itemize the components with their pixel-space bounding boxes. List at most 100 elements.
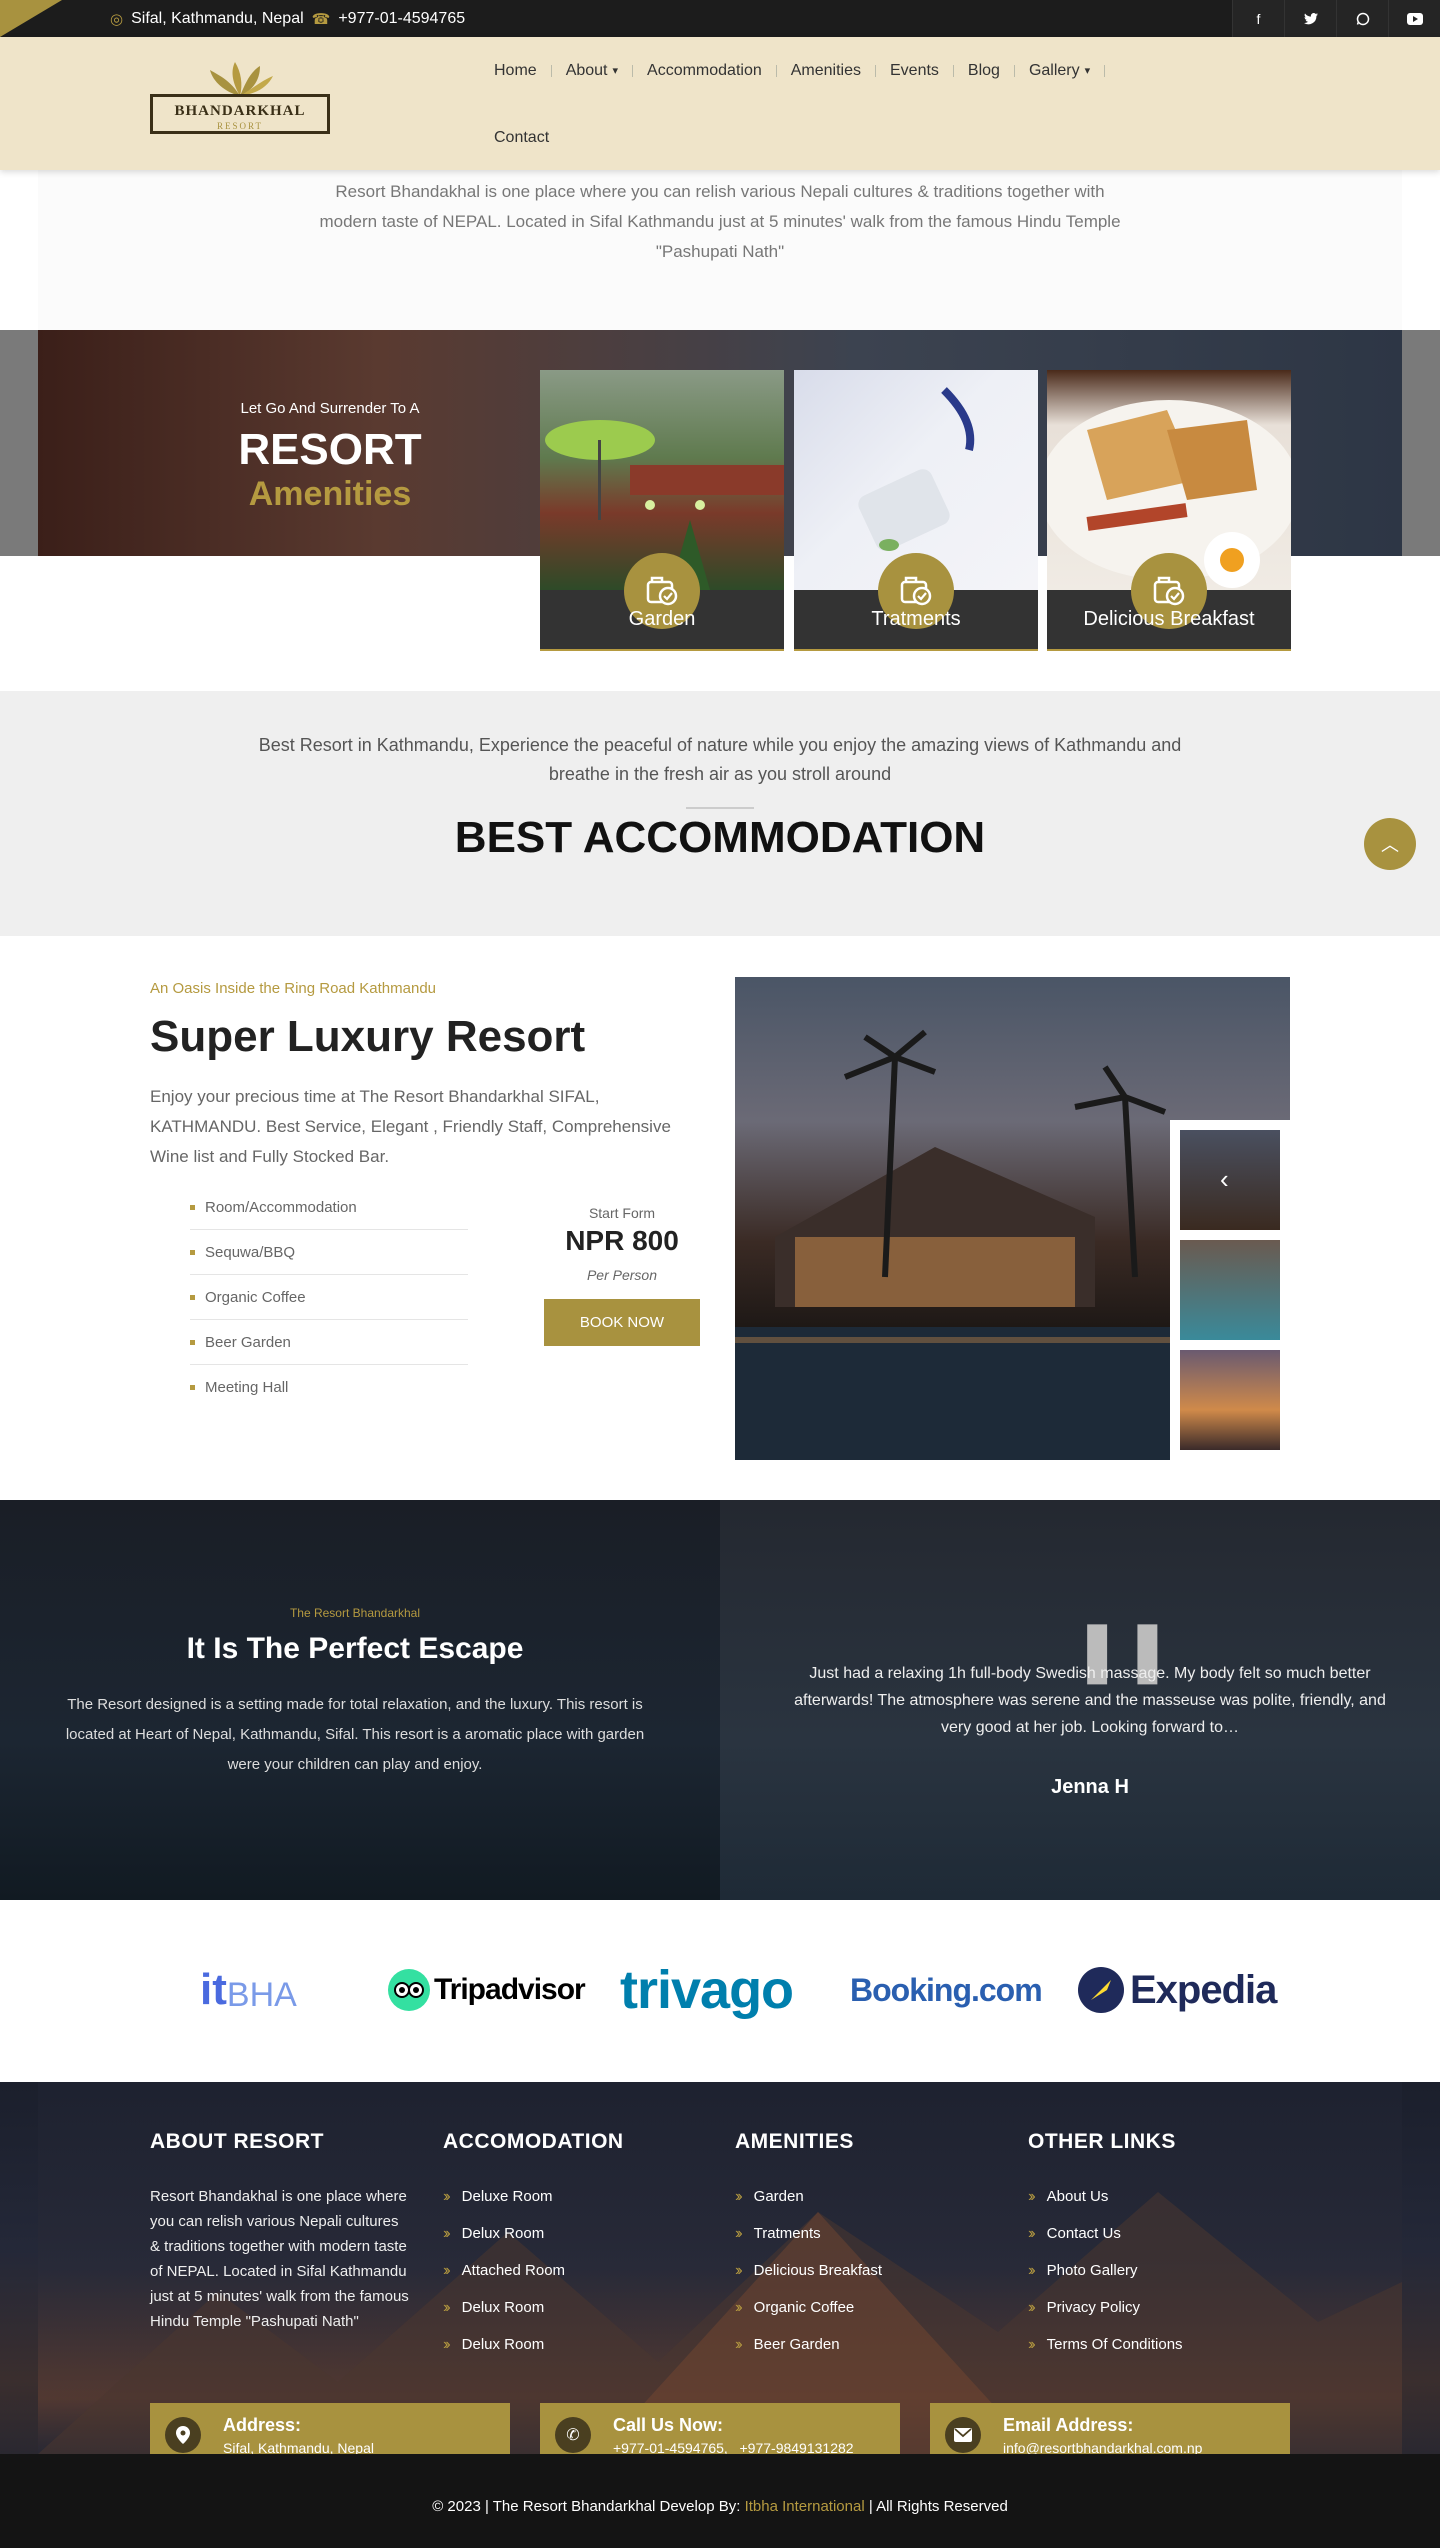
list-item-label: Organic Coffee — [205, 1288, 306, 1306]
footer-link[interactable]: ›› Contact Us — [1028, 2215, 1183, 2252]
twitter-icon[interactable] — [1284, 0, 1336, 37]
tripadvisor-logo[interactable]: Tripadvisor — [388, 1960, 586, 2020]
footer-amenities: AMENITIES ›› Garden ›› Tratments ›› Delicio… — [735, 2130, 882, 2363]
scroll-top-button[interactable]: ︿ — [1364, 818, 1416, 870]
double-chevron-icon: ›› — [443, 2298, 450, 2316]
double-chevron-icon: ›› — [735, 2187, 742, 2205]
amenity-card-treatments[interactable]: Tratments — [794, 370, 1038, 651]
footer-link[interactable]: ›› About Us — [1028, 2178, 1183, 2215]
nav-accommodation[interactable]: Accommodation — [633, 62, 776, 80]
facebook-icon[interactable]: f — [1232, 0, 1284, 37]
top-phone[interactable]: +977-01-4594765 — [338, 10, 465, 28]
footer-link[interactable]: ›› Tratments — [735, 2215, 882, 2252]
whatsapp-icon[interactable] — [1336, 0, 1388, 37]
footer-link-label: Privacy Policy — [1046, 2299, 1141, 2316]
escape-desc: The Resort designed is a setting made fo… — [65, 1696, 645, 1773]
double-chevron-icon: ›› — [1028, 2335, 1035, 2353]
amenity-label: Garden — [628, 608, 696, 630]
footer-about-title: ABOUT RESORT — [150, 2130, 324, 2153]
list-item: Meeting Hall — [190, 1365, 468, 1410]
footer-link[interactable]: ›› Delicious Breakfast — [735, 2252, 882, 2289]
list-item-label: Beer Garden — [205, 1333, 291, 1351]
nav-home[interactable]: Home — [480, 62, 551, 80]
footer-link[interactable]: ›› Deluxe Room — [443, 2178, 624, 2215]
amenities-pre: Let Go And Surrender To A — [240, 400, 420, 417]
best-title: BEST ACCOMMODATION — [454, 813, 986, 862]
expedia-text: Expedia — [1130, 1967, 1277, 2012]
footer-link-label: Photo Gallery — [1046, 2262, 1138, 2279]
footer-link[interactable]: ›› Garden — [735, 2178, 882, 2215]
amenity-label: Delicious Breakfast — [1083, 608, 1255, 630]
list-item: Organic Coffee — [190, 1275, 468, 1320]
footer-link[interactable]: ›› Terms Of Conditions — [1028, 2326, 1183, 2363]
footer-link[interactable]: ›› Delux Room — [443, 2326, 624, 2363]
double-chevron-icon: ›› — [1028, 2224, 1035, 2242]
expedia-logo[interactable]: Expedia — [1078, 1960, 1277, 2020]
social-links: f — [1232, 0, 1440, 37]
nav-blog[interactable]: Blog — [954, 62, 1014, 80]
footer-link[interactable]: ›› Attached Room — [443, 2252, 624, 2289]
amenity-label: Tratments — [871, 608, 961, 630]
nav-amenities-label: Amenities — [790, 61, 861, 79]
youtube-icon[interactable] — [1388, 0, 1440, 37]
nav-gallery[interactable]: Gallery ▾ — [1015, 62, 1104, 80]
nav-about[interactable]: About ▾ — [552, 62, 632, 80]
footer-link-label: Attached Room — [461, 2262, 566, 2279]
footer-link-label: Contact Us — [1046, 2225, 1121, 2242]
footer-amen-title: AMENITIES — [735, 2130, 854, 2153]
footer-link-label: Organic Coffee — [753, 2299, 855, 2316]
list-item: Beer Garden — [190, 1320, 468, 1365]
thumbnail[interactable]: ‹ — [1180, 1130, 1280, 1230]
price-amount: NPR 800 — [565, 1225, 679, 1256]
intro-section: Resort Bhandakhal is one place where you… — [38, 170, 1402, 330]
footer-link-label: Deluxe Room — [461, 2188, 553, 2205]
location-icon: ◎ — [110, 11, 124, 28]
footer-link-label: Tratments — [753, 2225, 821, 2242]
list-item: Sequwa/BBQ — [190, 1230, 468, 1275]
amenity-card-garden[interactable]: Garden — [540, 370, 784, 651]
luxury-title: Super Luxury Resort — [150, 1012, 586, 1061]
footer-link-label: Garden — [753, 2188, 804, 2205]
footer-link[interactable]: ›› Organic Coffee — [735, 2289, 882, 2326]
site-header: BHANDARKHAL RESORT Home About ▾ Accommoda… — [0, 37, 1440, 170]
list-item-label: Room/Accommodation — [205, 1198, 357, 1216]
book-now-button[interactable]: BOOK NOW — [544, 1299, 700, 1346]
address-label: Address: — [223, 2415, 302, 2435]
double-chevron-icon: ›› — [443, 2261, 450, 2279]
thumbnail[interactable] — [1180, 1240, 1280, 1340]
footer-link[interactable]: ›› Beer Garden — [735, 2326, 882, 2363]
footer-link[interactable]: ›› Delux Room — [443, 2215, 624, 2252]
footer-link-label: Delux Room — [461, 2336, 545, 2353]
escape-title: It Is The Perfect Escape — [186, 1632, 524, 1665]
thumbnail[interactable] — [1180, 1350, 1280, 1450]
footer-link[interactable]: ›› Privacy Policy — [1028, 2289, 1183, 2326]
nav-events[interactable]: Events — [876, 62, 953, 80]
double-chevron-icon: ›› — [443, 2335, 450, 2353]
footer-about-text: Resort Bhandakhal is one place where you… — [150, 2188, 409, 2330]
copyright-suffix: | All Rights Reserved — [868, 2498, 1008, 2515]
amenity-card-breakfast[interactable]: Delicious Breakfast — [1047, 370, 1291, 651]
chevron-down-icon: ▾ — [612, 65, 619, 77]
site-logo[interactable]: BHANDARKHAL RESORT — [150, 62, 330, 134]
footer-link[interactable]: ›› Delux Room — [443, 2289, 624, 2326]
phone-icon: ✆ — [555, 2417, 591, 2453]
nav-contact[interactable]: Contact — [480, 129, 563, 147]
nav-amenities[interactable]: Amenities — [777, 62, 875, 80]
trivago-logo[interactable]: trivago — [620, 1960, 794, 2020]
footer-accom-title: ACCOMODATION — [443, 2130, 624, 2153]
developer-link[interactable]: Itbha International — [745, 2498, 865, 2515]
nav-accommodation-label: Accommodation — [647, 61, 762, 79]
price-box: Start Form NPR 800 Per Person BOOK NOW — [544, 1205, 700, 1346]
itbha-logo[interactable]: it BHA — [200, 1960, 297, 2020]
itbha-logo-text2: BHA — [226, 1975, 297, 2014]
chevron-left-icon[interactable]: ‹ — [1220, 1164, 1229, 1195]
thumbnail-strip: ‹ — [1170, 1120, 1290, 1460]
booking-logo[interactable]: Booking.com — [850, 1960, 1043, 2020]
footer-link[interactable]: ›› Photo Gallery — [1028, 2252, 1183, 2289]
nav-gallery-label: Gallery — [1028, 61, 1080, 79]
nav-about-label: About — [565, 61, 608, 79]
tripadvisor-text: Tripadvisor — [434, 1973, 586, 2006]
footer-links-title: OTHER LINKS — [1028, 2130, 1176, 2153]
copyright-text: © 2023 | The Resort Bhandarkhal Develop … — [432, 2498, 741, 2515]
booking-text: Booking.com — [850, 1971, 1043, 2008]
